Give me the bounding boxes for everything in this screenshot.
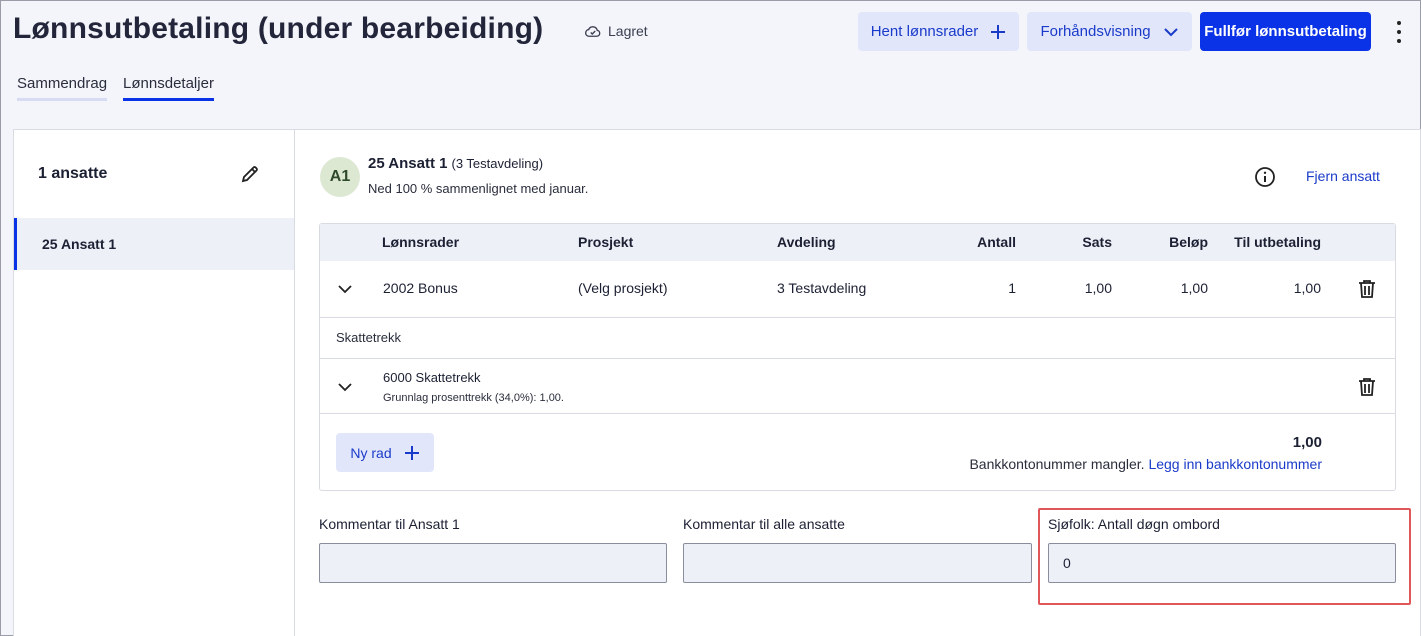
add-bank-account-link[interactable]: Legg inn bankkontonummer — [1148, 456, 1322, 472]
seafarer-days-input[interactable] — [1048, 543, 1396, 583]
comment-all-input[interactable] — [683, 543, 1032, 583]
payout-cell: 1,00 — [1293, 280, 1321, 296]
amount-cell: 1,00 — [1180, 280, 1208, 296]
remove-employee-link[interactable]: Fjern ansatt — [1306, 168, 1380, 184]
fetch-rows-label: Hent lønnsrader — [870, 23, 979, 40]
fetch-rows-button[interactable]: Hent lønnsrader — [858, 12, 1019, 51]
column-header: Antall — [977, 234, 1016, 250]
total-payout: 1,00 — [1292, 434, 1322, 451]
quantity-cell[interactable]: 1 — [1008, 280, 1016, 296]
comment-employee-input[interactable] — [319, 543, 667, 583]
employee-department: (3 Testavdeling) — [451, 156, 544, 171]
table-row: 2002 Bonus (Velg prosjekt) 3 Testavdelin… — [320, 261, 1395, 318]
finish-payroll-label: Fullfør lønnsutbetaling — [1204, 23, 1367, 40]
tax-row-subtitle: Grunnlag prosenttrekk (34,0%): 1,00. — [383, 392, 564, 404]
more-options-icon[interactable] — [1389, 21, 1409, 43]
plus-icon — [991, 24, 1006, 39]
bank-account-notice: Bankkontonummer mangler. Legg inn bankko… — [969, 456, 1322, 472]
seafarer-days-label: Sjøfolk: Antall døgn ombord — [1048, 516, 1220, 532]
employee-name-text: 25 Ansatt 1 — [368, 155, 448, 172]
plus-icon — [404, 445, 419, 460]
trash-icon[interactable] — [1358, 279, 1376, 299]
saved-status-label: Lagret — [608, 23, 648, 39]
wage-type-cell: 2002 Bonus — [383, 280, 458, 296]
saved-status: Lagret — [584, 23, 648, 39]
table-row: 6000 Skattetrekk Grunnlag prosenttrekk (… — [320, 358, 1395, 414]
employee-count: 1 ansatte — [38, 165, 108, 182]
bank-missing-text: Bankkontonummer mangler. — [969, 456, 1145, 472]
trash-icon[interactable] — [1358, 377, 1376, 397]
tab-bar: Sammendrag Lønnsdetaljer — [17, 75, 214, 101]
page-title: Lønnsutbetaling (under bearbeiding) — [13, 12, 544, 45]
column-header: Avdeling — [777, 234, 836, 250]
column-header: Prosjekt — [578, 234, 634, 250]
employee-name: 25 Ansatt 1 (3 Testavdeling) — [368, 155, 543, 172]
info-icon[interactable] — [1254, 166, 1276, 188]
project-cell[interactable]: (Velg prosjekt) — [578, 280, 667, 296]
pencil-icon[interactable] — [240, 164, 260, 184]
employee-sidebar: 1 ansatte 25 Ansatt 1 — [14, 130, 295, 636]
tax-row-title: 6000 Skattetrekk — [383, 370, 481, 385]
new-row-button[interactable]: Ny rad — [336, 433, 434, 472]
table-header: Lønnsrader Prosjekt Avdeling Antall Sats… — [320, 224, 1395, 261]
column-header: Lønnsrader — [382, 234, 460, 250]
comment-all-label: Kommentar til alle ansatte — [683, 516, 845, 532]
preview-button[interactable]: Forhåndsvisning — [1027, 12, 1192, 51]
tab-summary[interactable]: Sammendrag — [17, 75, 108, 101]
avatar: A1 — [320, 157, 360, 197]
preview-label: Forhåndsvisning — [1040, 23, 1151, 40]
tax-section-label: Skattetrekk — [336, 330, 402, 345]
chevron-down-icon[interactable] — [337, 281, 353, 297]
sidebar-item-employee[interactable]: 25 Ansatt 1 — [14, 218, 294, 270]
employee-subtitle: Ned 100 % sammenlignet med januar. — [368, 181, 589, 196]
wage-rows-table: Lønnsrader Prosjekt Avdeling Antall Sats… — [319, 223, 1396, 491]
department-cell[interactable]: 3 Testavdeling — [777, 280, 866, 296]
column-header: Beløp — [1169, 234, 1208, 250]
tab-payroll-details[interactable]: Lønnsdetaljer — [123, 75, 214, 101]
chevron-down-icon — [1163, 27, 1178, 36]
column-header: Til utbetaling — [1234, 234, 1321, 250]
header: Lønnsutbetaling (under bearbeiding) Lagr… — [1, 1, 1420, 63]
main-panel: 1 ansatte 25 Ansatt 1 A1 25 Ansatt 1 (3 T… — [13, 129, 1421, 636]
new-row-label: Ny rad — [350, 444, 392, 461]
column-header: Sats — [1082, 234, 1112, 250]
rate-cell[interactable]: 1,00 — [1085, 280, 1112, 296]
cloud-check-icon — [585, 26, 601, 37]
finish-payroll-button[interactable]: Fullfør lønnsutbetaling — [1200, 12, 1371, 51]
comment-employee-label: Kommentar til Ansatt 1 — [319, 516, 460, 532]
chevron-down-icon[interactable] — [337, 379, 353, 395]
